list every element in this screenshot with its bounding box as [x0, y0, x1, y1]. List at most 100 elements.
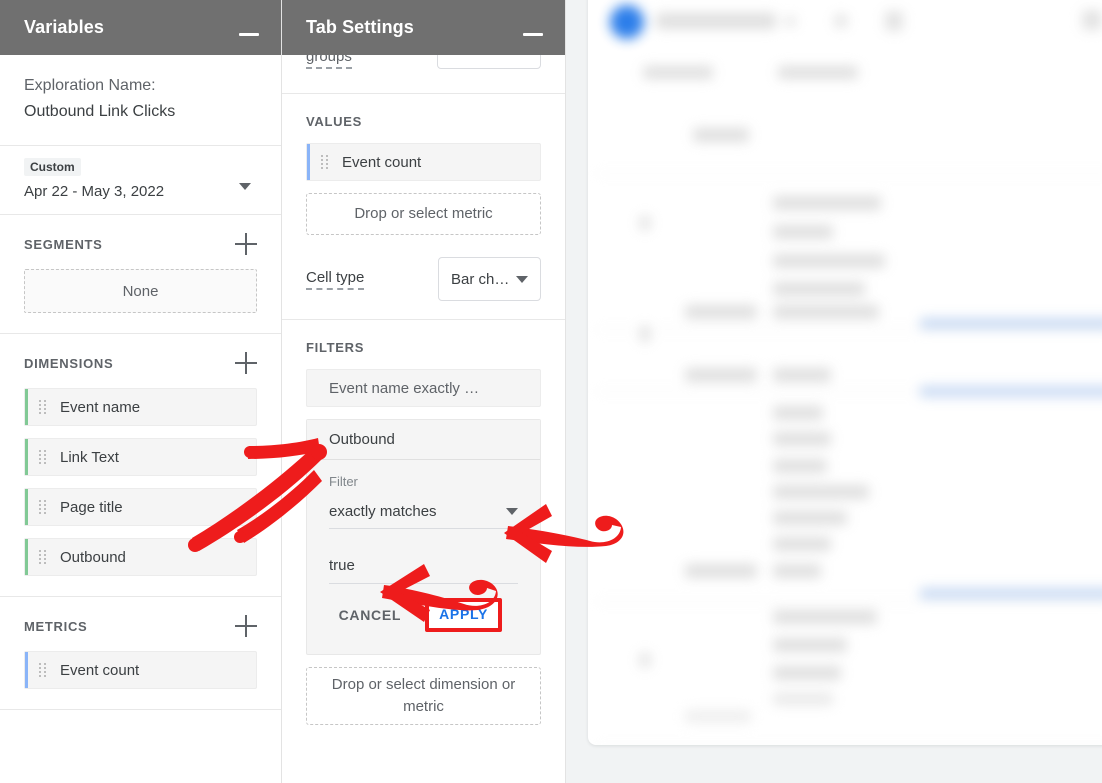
cell-text [773, 564, 821, 578]
cell-type-label: Cell type [306, 269, 364, 290]
filter-card-dimension-label: Outbound [329, 431, 395, 448]
variables-panel-title: Variables [24, 17, 104, 38]
column-header-page-title [778, 66, 858, 79]
filter-value-text: true [329, 557, 355, 574]
avatar [610, 5, 644, 39]
toolbar-icon [1082, 10, 1102, 30]
drag-handle-icon[interactable] [39, 450, 48, 464]
values-chip-label: Event count [342, 154, 421, 171]
filter-card-body: Filter exactly matches true CANCEL APPLY [307, 460, 540, 654]
drag-handle-icon[interactable] [39, 663, 48, 677]
filter-value-input[interactable]: true [329, 557, 518, 584]
dimension-chip-label: Outbound [60, 549, 126, 566]
row-divider [596, 173, 1102, 174]
tab-settings-panel-title: Tab Settings [306, 17, 414, 38]
cell-text [773, 638, 847, 652]
drag-handle-icon[interactable] [39, 500, 48, 514]
dimension-chip-page-title[interactable]: Page title [24, 488, 257, 526]
row-divider [596, 329, 1102, 330]
cancel-button[interactable]: CANCEL [331, 601, 410, 629]
row-groups-input[interactable] [437, 55, 541, 69]
filters-dropzone-label: Drop or select dimension or metric [317, 674, 530, 718]
cell-text [773, 196, 881, 210]
segments-section: SEGMENTS None [0, 215, 281, 334]
date-range-selector[interactable]: Custom Apr 22 - May 3, 2022 [0, 146, 281, 215]
dimension-chip-label: Page title [60, 499, 123, 516]
bar-chart-bar [920, 386, 1102, 397]
values-chip-event-count[interactable]: Event count [306, 143, 541, 181]
add-segment-plus-icon[interactable] [235, 233, 257, 255]
drag-handle-icon[interactable] [321, 155, 330, 169]
exploration-name-label: Exploration Name: [24, 73, 257, 99]
add-metric-plus-icon[interactable] [235, 615, 257, 637]
close-icon [785, 16, 796, 27]
row-index [640, 216, 650, 230]
dimensions-header: DIMENSIONS [24, 352, 257, 374]
dimension-chip-link-text[interactable]: Link Text [24, 438, 257, 476]
cell-text [773, 693, 833, 705]
variables-panel: Variables Exploration Name: Outbound Lin… [0, 0, 282, 783]
values-dropzone[interactable]: Drop or select metric [306, 193, 541, 235]
drag-handle-icon[interactable] [39, 400, 48, 414]
filter-chip-label: Event name exactly … [329, 380, 479, 397]
dimension-chip-label: Link Text [60, 449, 119, 466]
cell-type-row: Cell type Bar ch… [306, 257, 541, 301]
drag-handle-icon[interactable] [39, 550, 48, 564]
segments-title: SEGMENTS [24, 237, 103, 252]
report-card[interactable] [588, 0, 1102, 745]
filters-dropzone[interactable]: Drop or select dimension or metric [306, 667, 541, 725]
chevron-down-icon[interactable] [239, 183, 251, 190]
dimension-chip-outbound[interactable]: Outbound [24, 538, 257, 576]
metric-chip-event-count[interactable]: Event count [24, 651, 257, 689]
cell-text [685, 564, 757, 578]
filter-edit-card: Outbound Filter exactly matches true CAN… [306, 419, 541, 655]
tab-settings-panel: Tab Settings groups VALUES Event count D… [282, 0, 566, 783]
segments-header: SEGMENTS [24, 233, 257, 255]
values-title: VALUES [306, 114, 541, 129]
cell-type-select[interactable]: Bar ch… [438, 257, 541, 301]
filters-title: FILTERS [306, 340, 541, 355]
bar-chart-bar [920, 318, 1102, 329]
cell-text [773, 666, 841, 680]
add-dimension-plus-icon[interactable] [235, 352, 257, 374]
totals-row-label [693, 128, 749, 142]
filter-card-dimension[interactable]: Outbound [307, 420, 540, 460]
dimension-chip-event-name[interactable]: Event name [24, 388, 257, 426]
cell-text [773, 537, 831, 551]
chevron-down-icon [516, 276, 528, 283]
metric-chip-label: Event count [60, 662, 139, 679]
apply-button-highlight: APPLY [425, 598, 502, 632]
filter-sublabel: Filter [329, 474, 518, 489]
cell-text [685, 368, 757, 382]
bar-chart-bar [920, 588, 1102, 599]
cell-text [685, 710, 751, 723]
minimize-icon[interactable] [239, 33, 259, 36]
minimize-icon[interactable] [523, 33, 543, 36]
row-divider [596, 601, 1102, 602]
cell-text [773, 368, 831, 382]
row-groups-label: groups [306, 55, 352, 69]
filter-chip-event-name[interactable]: Event name exactly … [306, 369, 541, 407]
segment-item-none[interactable]: None [24, 269, 257, 313]
segment-item-label: None [123, 283, 159, 300]
apply-button[interactable]: APPLY [439, 606, 488, 622]
date-range-value: Apr 22 - May 3, 2022 [24, 183, 257, 200]
metrics-title: METRICS [24, 619, 87, 634]
exploration-name-value[interactable]: Outbound Link Clicks [24, 99, 257, 125]
values-section: VALUES Event count Drop or select metric… [282, 94, 565, 320]
chevron-down-icon[interactable] [506, 508, 518, 515]
filter-match-type-select[interactable]: exactly matches [329, 503, 518, 529]
variables-panel-header: Variables [0, 0, 281, 55]
exploration-name-section: Exploration Name: Outbound Link Clicks [0, 55, 281, 146]
row-groups-setting[interactable]: groups [282, 55, 565, 94]
values-dropzone-label: Drop or select metric [354, 203, 492, 225]
cell-text [773, 406, 823, 420]
row-index [640, 326, 650, 342]
template-gallery-icon [885, 11, 903, 31]
dimension-chip-label: Event name [60, 399, 140, 416]
filter-match-type-value: exactly matches [329, 503, 437, 520]
metrics-header: METRICS [24, 615, 257, 637]
cell-type-value: Bar ch… [451, 271, 509, 288]
cell-text [773, 282, 865, 296]
add-tab-icon [834, 14, 848, 28]
